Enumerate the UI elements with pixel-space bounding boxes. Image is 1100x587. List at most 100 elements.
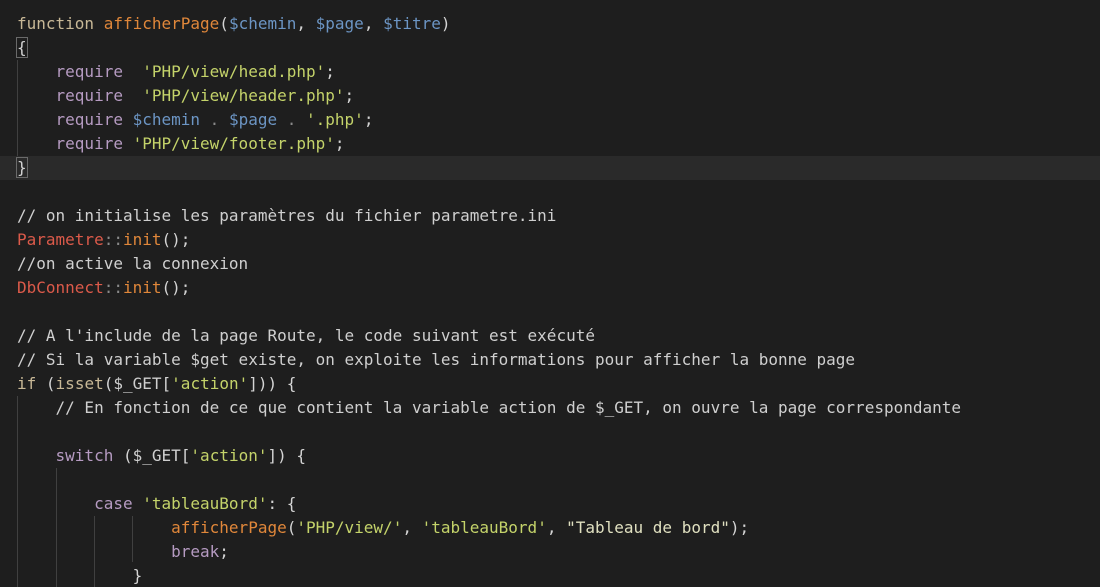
- code-token: afficherPage: [103, 14, 220, 33]
- code-token: //on active la connexion: [17, 254, 249, 273]
- code-line[interactable]: [0, 420, 1100, 444]
- code-token: ();: [161, 230, 191, 249]
- code-line[interactable]: DbConnect::init();: [0, 276, 1100, 300]
- code-token: $_GET: [132, 446, 181, 465]
- code-token: (: [103, 374, 114, 393]
- code-token: ;: [325, 62, 335, 81]
- code-token: // A l'include de la page Route, le code…: [17, 326, 595, 345]
- code-token: );: [729, 518, 750, 537]
- code-token: }: [132, 566, 143, 585]
- code-token: case: [94, 494, 143, 513]
- code-token: require: [55, 62, 143, 81]
- code-token: (: [45, 374, 56, 393]
- code-token: (: [286, 518, 297, 537]
- code-token: ]) {: [267, 446, 307, 465]
- code-token: ;: [344, 86, 355, 105]
- code-editor[interactable]: function afficherPage($chemin, $page, $t…: [0, 0, 1100, 587]
- code-token: : {: [267, 494, 297, 513]
- code-token: ,: [363, 14, 384, 33]
- code-token: $titre: [383, 14, 441, 33]
- code-line[interactable]: // Si la variable $get existe, on exploi…: [0, 348, 1100, 372]
- code-token: require: [55, 134, 133, 153]
- code-token: "Tableau de bord": [566, 518, 730, 537]
- code-line[interactable]: require 'PHP/view/head.php';: [0, 60, 1100, 84]
- code-line[interactable]: require 'PHP/view/footer.php';: [0, 132, 1100, 156]
- code-token: .: [200, 110, 229, 129]
- code-token: [: [161, 374, 172, 393]
- code-token: 'tableauBord': [421, 518, 547, 537]
- code-token: $page: [315, 14, 364, 33]
- code-token: require: [55, 110, 133, 129]
- code-token: ,: [402, 518, 422, 537]
- code-token: 'PHP/view/': [296, 518, 403, 537]
- code-line[interactable]: }: [0, 156, 1100, 180]
- code-line[interactable]: [0, 300, 1100, 324]
- code-token: isset: [55, 374, 104, 393]
- code-token: init: [122, 230, 162, 249]
- code-token: 'PHP/view/head.php': [142, 62, 326, 81]
- code-token: }: [16, 157, 28, 178]
- code-token: $_GET: [113, 374, 162, 393]
- code-token: init: [122, 278, 162, 297]
- code-line[interactable]: break;: [0, 540, 1100, 564]
- code-line[interactable]: [0, 180, 1100, 204]
- code-token: ;: [363, 110, 374, 129]
- code-token: [: [180, 446, 191, 465]
- code-token: ): [440, 14, 451, 33]
- code-token: switch: [55, 446, 123, 465]
- code-token: ])) {: [248, 374, 297, 393]
- code-token: $chemin: [132, 110, 201, 129]
- code-token: DbConnect: [17, 278, 104, 297]
- code-token: ();: [161, 278, 191, 297]
- code-line[interactable]: {: [0, 36, 1100, 60]
- code-token: $page: [228, 110, 278, 129]
- code-token: if: [17, 374, 46, 393]
- code-line[interactable]: require $chemin . $page . '.php';: [0, 108, 1100, 132]
- code-line[interactable]: switch ($_GET['action']) {: [0, 444, 1100, 468]
- code-token: // on initialise les paramètres du fichi…: [17, 206, 557, 225]
- code-token: {: [16, 37, 28, 58]
- code-line[interactable]: // A l'include de la page Route, le code…: [0, 324, 1100, 348]
- code-line[interactable]: [0, 468, 1100, 492]
- code-token: 'action': [190, 446, 268, 465]
- code-line[interactable]: // En fonction de ce que contient la var…: [0, 396, 1100, 420]
- code-token: // Si la variable $get existe, on exploi…: [17, 350, 856, 369]
- code-line[interactable]: }: [0, 564, 1100, 587]
- code-token: ,: [546, 518, 567, 537]
- code-line[interactable]: //on active la connexion: [0, 252, 1100, 276]
- code-token: Parametre: [17, 230, 104, 249]
- code-token: break: [171, 542, 220, 561]
- code-token: require: [55, 86, 143, 105]
- code-token: '.php': [306, 110, 364, 129]
- code-line[interactable]: require 'PHP/view/header.php';: [0, 84, 1100, 108]
- code-token: ::: [103, 278, 123, 297]
- code-line[interactable]: // on initialise les paramètres du fichi…: [0, 204, 1100, 228]
- code-line[interactable]: if (isset($_GET['action'])) {: [0, 372, 1100, 396]
- code-token: (: [219, 14, 229, 33]
- code-token: 'tableauBord': [142, 494, 268, 513]
- code-line[interactable]: Parametre::init();: [0, 228, 1100, 252]
- code-line[interactable]: afficherPage('PHP/view/', 'tableauBord',…: [0, 516, 1100, 540]
- code-token: ,: [296, 14, 316, 33]
- code-token: $chemin: [228, 14, 297, 33]
- code-token: 'PHP/view/header.php': [142, 86, 345, 105]
- code-token: ::: [103, 230, 123, 249]
- code-line[interactable]: function afficherPage($chemin, $page, $t…: [0, 12, 1100, 36]
- code-token: // En fonction de ce que contient la var…: [55, 398, 962, 417]
- code-line[interactable]: case 'tableauBord': {: [0, 492, 1100, 516]
- code-token: function: [17, 14, 104, 33]
- code-token: .: [277, 110, 307, 129]
- code-token: 'PHP/view/footer.php': [132, 134, 335, 153]
- code-token: ;: [334, 134, 345, 153]
- code-token: 'action': [171, 374, 249, 393]
